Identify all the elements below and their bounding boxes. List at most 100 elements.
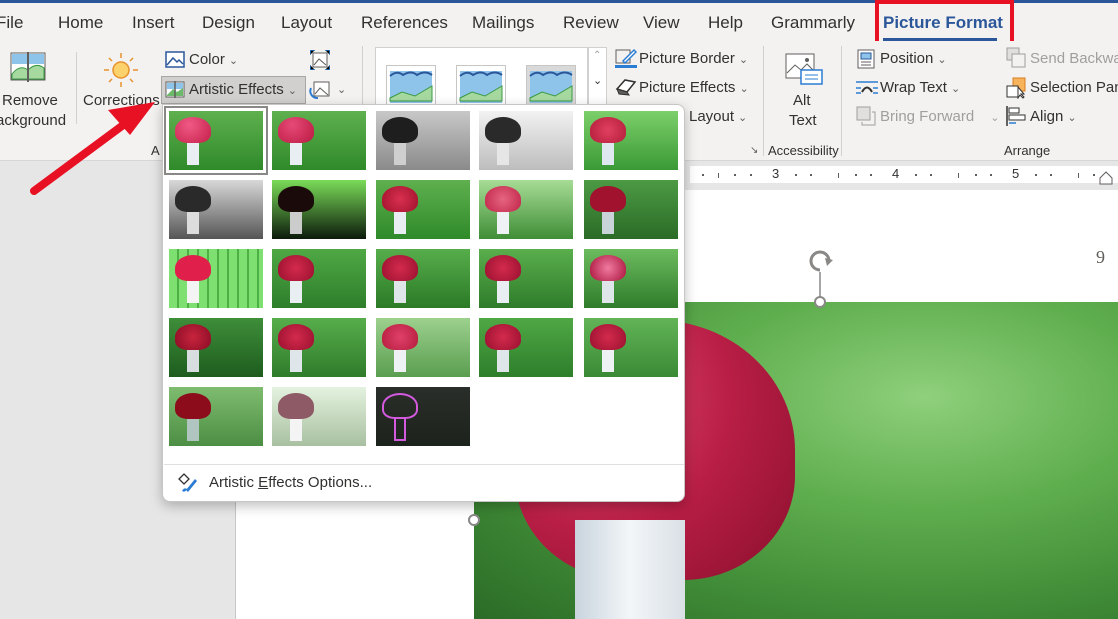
- remove-background-label: Remove: [2, 92, 58, 109]
- tab-insert[interactable]: Insert: [132, 13, 175, 33]
- remove-background-icon: [10, 52, 46, 82]
- artistic-effect-blur[interactable]: [584, 180, 678, 239]
- mushroom-stem: [394, 348, 406, 372]
- ruler-tick: [718, 173, 719, 178]
- compress-pictures-icon[interactable]: [310, 50, 330, 70]
- picture-style-3[interactable]: [526, 65, 576, 109]
- mushroom-stem: [290, 279, 302, 303]
- mushroom-cap: [485, 255, 521, 281]
- artistic-effect-cement[interactable]: [169, 318, 263, 377]
- ruler-tick: [838, 173, 839, 178]
- artistic-effect-cutout[interactable]: [169, 387, 263, 446]
- artistic-effect-glow-diffused[interactable]: [479, 180, 573, 239]
- mushroom-stem: [290, 348, 302, 372]
- remove-background-label-2: ackground: [0, 112, 67, 129]
- picture-border-icon: [615, 48, 637, 68]
- tab-layout[interactable]: Layout: [281, 13, 332, 33]
- mushroom-stem: [497, 210, 509, 234]
- dialog-launcher-icon[interactable]: ↘: [750, 145, 758, 156]
- artistic-effect-line-drawing[interactable]: [584, 111, 678, 170]
- artistic-effect-film-grain[interactable]: [376, 249, 470, 308]
- mushroom-stem: [394, 141, 406, 165]
- mushroom-cap: [175, 186, 211, 212]
- alt-text-label-2: Text: [789, 112, 817, 129]
- mushroom-stem: [187, 417, 199, 441]
- mushroom-cap: [382, 186, 418, 212]
- artistic-effect-glow-edges[interactable]: [376, 387, 470, 446]
- align-label: Align: [1030, 108, 1064, 125]
- picture-effects-label: Picture Effects: [639, 79, 736, 96]
- artistic-effects-options-item[interactable]: Artistic Effects Options...: [163, 467, 684, 499]
- mushroom-stem: [394, 210, 406, 234]
- mushroom-stem: [602, 210, 614, 234]
- wrap-text-icon: [856, 81, 878, 94]
- picture-layout-label: Layout: [689, 108, 735, 125]
- ruler-tick: [1035, 174, 1037, 176]
- artistic-effect-paint-brush[interactable]: [376, 180, 470, 239]
- picture-style-1[interactable]: [386, 65, 436, 109]
- artistic-effect-mosaic-bubbles[interactable]: [479, 249, 573, 308]
- artistic-effect-pencil-grayscale[interactable]: [376, 111, 470, 170]
- tab-grammarly[interactable]: Grammarly: [771, 13, 855, 33]
- ribbon-tabs: File Home Insert Design Layout Reference…: [0, 3, 1118, 41]
- ruler-tick: [855, 174, 857, 176]
- tab-home[interactable]: Home: [58, 13, 103, 33]
- artistic-effect-chalk-sketch[interactable]: [169, 180, 263, 239]
- wrap-text-label: Wrap Text: [880, 79, 947, 96]
- scroll-down-icon[interactable]: ⌄: [593, 74, 602, 87]
- tab-references[interactable]: References: [361, 13, 448, 33]
- adjust-group-label: A: [151, 143, 160, 158]
- artistic-effect-pencil-sketch[interactable]: [479, 111, 573, 170]
- sun-icon: [104, 53, 138, 87]
- artistic-effect-glass[interactable]: [584, 249, 678, 308]
- artistic-effect-paint-strokes[interactable]: [272, 180, 366, 239]
- selection-pane-label: Selection Pan: [1030, 79, 1118, 96]
- tab-file[interactable]: File: [0, 13, 23, 33]
- alt-text-label: Alt: [793, 92, 811, 109]
- rotation-handle[interactable]: [805, 246, 837, 308]
- mushroom-cap: [382, 393, 418, 419]
- tab-view[interactable]: View: [643, 13, 680, 33]
- artistic-effects-button[interactable]: Artistic Effects ⌄: [161, 76, 306, 104]
- right-indent-marker[interactable]: [1099, 171, 1113, 185]
- artistic-effect-texturizer[interactable]: [272, 318, 366, 377]
- mushroom-cap: [175, 117, 211, 143]
- tab-picture-format[interactable]: Picture Format: [883, 13, 1003, 33]
- ruler-tick: [975, 174, 977, 176]
- bring-forward-label: Bring Forward: [880, 108, 975, 125]
- artistic-effect-light-screen[interactable]: [169, 249, 263, 308]
- ruler-tick: [958, 173, 959, 178]
- tab-design[interactable]: Design: [202, 13, 255, 33]
- scroll-up-icon[interactable]: ⌃: [593, 50, 601, 61]
- tab-review[interactable]: Review: [563, 13, 619, 33]
- artistic-effect-pastels-smooth[interactable]: [479, 318, 573, 377]
- resize-handle[interactable]: [467, 513, 481, 527]
- artistic-effect-none[interactable]: [164, 106, 268, 175]
- mushroom-cap: [278, 324, 314, 350]
- mushroom-cap: [485, 324, 521, 350]
- horizontal-ruler[interactable]: 3 4 5: [685, 161, 1118, 187]
- artistic-effect-plastic-wrap[interactable]: [584, 318, 678, 377]
- picture-style-icon: [459, 71, 503, 103]
- position-icon: [857, 49, 875, 69]
- ruler-tick: [930, 174, 932, 176]
- accessibility-group-label: Accessibility: [768, 143, 839, 158]
- artistic-effect-photocopy[interactable]: [272, 387, 366, 446]
- paintbrush-icon: [178, 473, 197, 492]
- artistic-effect-watercolor-sponge[interactable]: [272, 249, 366, 308]
- picture-style-2[interactable]: [456, 65, 506, 109]
- artistic-effect-marker[interactable]: [272, 111, 366, 170]
- align-icon: [1006, 106, 1026, 126]
- ruler-tick: [1093, 174, 1095, 176]
- mushroom-stem: [187, 210, 199, 234]
- page-number: 9: [1096, 247, 1105, 267]
- tab-mailings[interactable]: Mailings: [472, 13, 534, 33]
- tab-help[interactable]: Help: [708, 13, 743, 33]
- mushroom-stem: [187, 279, 199, 303]
- mushroom-cap: [382, 255, 418, 281]
- arrange-group-label: Arrange: [1004, 143, 1051, 158]
- mushroom-cap: [485, 117, 521, 143]
- ruler-tick: [870, 174, 872, 176]
- artistic-effect-crisscross-etching[interactable]: [376, 318, 470, 377]
- mushroom-cap: [175, 324, 211, 350]
